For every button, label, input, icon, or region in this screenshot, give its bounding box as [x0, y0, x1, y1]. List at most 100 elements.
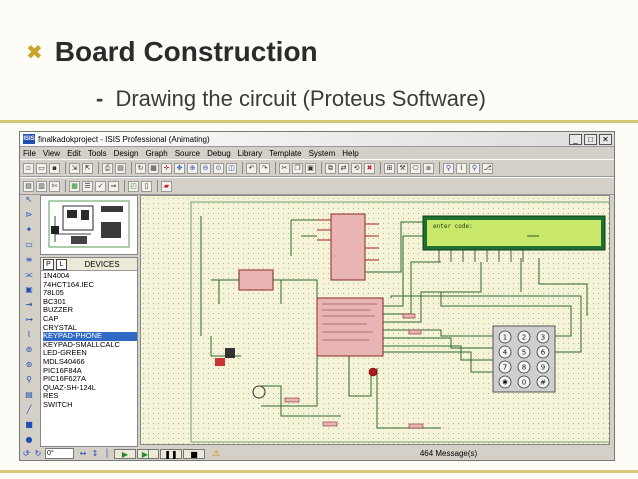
cut-icon[interactable]: ✂ — [279, 162, 290, 174]
junction-dot-icon[interactable]: ✦ — [23, 224, 35, 236]
mirror-vertical-icon[interactable]: ↕ — [90, 449, 100, 459]
menu-source[interactable]: Source — [175, 149, 200, 158]
step-button[interactable]: ▶▏ — [137, 448, 159, 459]
keypad-key-label: 9 — [541, 364, 545, 372]
message-count[interactable]: 464 Message(s) — [224, 449, 613, 458]
maximize-button[interactable]: □ — [584, 133, 597, 145]
block-move-icon[interactable]: ⇄ — [338, 162, 349, 174]
rotate-ccw-icon[interactable]: ↺ — [21, 449, 31, 459]
close-button[interactable]: ✕ — [599, 133, 612, 145]
grid-icon[interactable]: ▦ — [148, 162, 159, 174]
library-manager-button[interactable]: L — [56, 258, 67, 270]
overview-window[interactable] — [40, 195, 138, 255]
keypad-key-label: 4 — [503, 349, 508, 357]
pause-button[interactable]: ❚❚ — [160, 448, 182, 459]
paste-icon[interactable]: ▣ — [305, 162, 316, 174]
toolbar-separator — [242, 162, 243, 174]
zoom-area-icon[interactable]: ◫ — [226, 162, 237, 174]
make-device-icon[interactable]: ⚒ — [397, 162, 408, 174]
packaging-tool-icon[interactable]: ⎔ — [410, 162, 421, 174]
virtual-instrument-icon[interactable]: ▤ — [23, 389, 35, 401]
menu-design[interactable]: Design — [114, 149, 139, 158]
generator-icon[interactable]: ⊛ — [23, 359, 35, 371]
device-list-item[interactable]: SWITCH — [43, 400, 137, 410]
mirror-horizontal-icon[interactable]: ↔ — [78, 449, 88, 459]
component-mode-icon[interactable]: ⊳ — [23, 209, 35, 221]
sheet-remove-icon[interactable]: ✄ — [49, 180, 60, 192]
false-origin-icon[interactable]: ✛ — [161, 162, 172, 174]
pick-device-icon[interactable]: ⊞ — [384, 162, 395, 174]
tape-recorder-icon[interactable]: ⊚ — [23, 344, 35, 356]
play-button[interactable]: ▶ — [114, 448, 136, 459]
menu-tools[interactable]: Tools — [88, 149, 107, 158]
redo-icon[interactable]: ↷ — [259, 162, 270, 174]
netlist-icon[interactable]: ▦ — [69, 180, 80, 192]
menu-view[interactable]: View — [43, 149, 60, 158]
device-pin-icon[interactable]: ⊶ — [23, 314, 35, 326]
slide-title: ✖ Board Construction — [26, 36, 318, 68]
terminal-icon[interactable]: ⇥ — [23, 299, 35, 311]
stop-button[interactable]: ■ — [183, 448, 205, 459]
devices-header: P L DEVICES — [41, 258, 137, 271]
menu-help[interactable]: Help — [342, 149, 358, 158]
slide-title-text: Board Construction — [54, 36, 318, 67]
toolbar-row-2: ▤ ▥ ✄ ▦ ☰ ✓ ⇒ ◰ ▯ ▰ — [20, 177, 614, 195]
sheet-icon[interactable]: ▤ — [23, 180, 34, 192]
copy-icon[interactable]: ❐ — [292, 162, 303, 174]
box-icon[interactable]: ■ — [23, 419, 35, 431]
zoom-all-icon[interactable]: ⊙ — [213, 162, 224, 174]
wire-autorouter-icon[interactable]: ⌇ — [456, 162, 467, 174]
print-icon[interactable]: ⎙ — [102, 162, 113, 174]
decompose-icon[interactable]: ⧈ — [423, 162, 434, 174]
voltage-probe-icon[interactable]: ⚲ — [23, 374, 35, 386]
menu-graph[interactable]: Graph — [145, 149, 167, 158]
line-icon[interactable]: ╱ — [23, 404, 35, 416]
block-delete-icon[interactable]: ✖ — [364, 162, 375, 174]
warning-icon[interactable]: ⚠ — [212, 449, 224, 459]
window-title: finalkadokproject - ISIS Professional (A… — [38, 134, 210, 144]
circle-icon[interactable]: ● — [23, 434, 35, 446]
menu-file[interactable]: File — [23, 149, 36, 158]
rotation-field[interactable]: 0° — [45, 448, 74, 459]
toolbar-separator — [124, 180, 125, 192]
minimize-button[interactable]: _ — [569, 133, 582, 145]
open-folder-icon[interactable]: ▭ — [36, 162, 47, 174]
undo-icon[interactable]: ↶ — [246, 162, 257, 174]
rotate-cw-icon[interactable]: ↻ — [33, 449, 43, 459]
toolbar-separator — [157, 180, 158, 192]
property-assign-icon[interactable]: ⚲ — [469, 162, 480, 174]
schematic-canvas[interactable]: enter code: ==== 1 2 3 4 5 6 7 8 9 ✱ 0 # — [140, 195, 610, 445]
electrical-rules-icon[interactable]: ✓ — [95, 180, 106, 192]
ares-icon[interactable]: ▰ — [161, 180, 172, 192]
document-icon[interactable]: ▯ — [141, 180, 152, 192]
graph-mode-icon[interactable]: ⌇ — [23, 329, 35, 341]
menu-template[interactable]: Template — [269, 149, 301, 158]
bill-of-materials-icon[interactable]: ☰ — [82, 180, 93, 192]
import-icon[interactable]: ⇲ — [69, 162, 80, 174]
menu-debug[interactable]: Debug — [207, 149, 231, 158]
save-icon[interactable]: ▪ — [49, 162, 60, 174]
zoom-in-icon[interactable]: ⊕ — [187, 162, 198, 174]
new-file-icon[interactable]: ▫ — [23, 162, 34, 174]
wire-label-icon[interactable]: ▭ — [23, 239, 35, 251]
refresh-icon[interactable]: ↻ — [135, 162, 146, 174]
export-icon[interactable]: ⇱ — [82, 162, 93, 174]
block-copy-icon[interactable]: ⧉ — [325, 162, 336, 174]
pan-icon[interactable]: ✥ — [174, 162, 185, 174]
print-area-icon[interactable]: ▤ — [115, 162, 126, 174]
subcircuit-icon[interactable]: ▣ — [23, 284, 35, 296]
selection-mode-icon[interactable]: ↖ — [23, 194, 35, 206]
text-script-icon[interactable]: ≡ — [23, 254, 35, 266]
zoom-search-icon[interactable]: ⚲ — [443, 162, 454, 174]
bus-icon[interactable]: ⫘ — [23, 269, 35, 281]
zoom-out-icon[interactable]: ⊖ — [200, 162, 211, 174]
netlist-to-ares-icon[interactable]: ⇒ — [108, 180, 119, 192]
graph-icon[interactable]: ◰ — [128, 180, 139, 192]
sheet-add-icon[interactable]: ▥ — [36, 180, 47, 192]
menu-system[interactable]: System — [309, 149, 336, 158]
design-explorer-icon[interactable]: ⎇ — [482, 162, 493, 174]
menu-edit[interactable]: Edit — [67, 149, 81, 158]
menu-library[interactable]: Library — [238, 149, 262, 158]
block-rotate-icon[interactable]: ⟲ — [351, 162, 362, 174]
pick-devices-button[interactable]: P — [43, 258, 54, 270]
